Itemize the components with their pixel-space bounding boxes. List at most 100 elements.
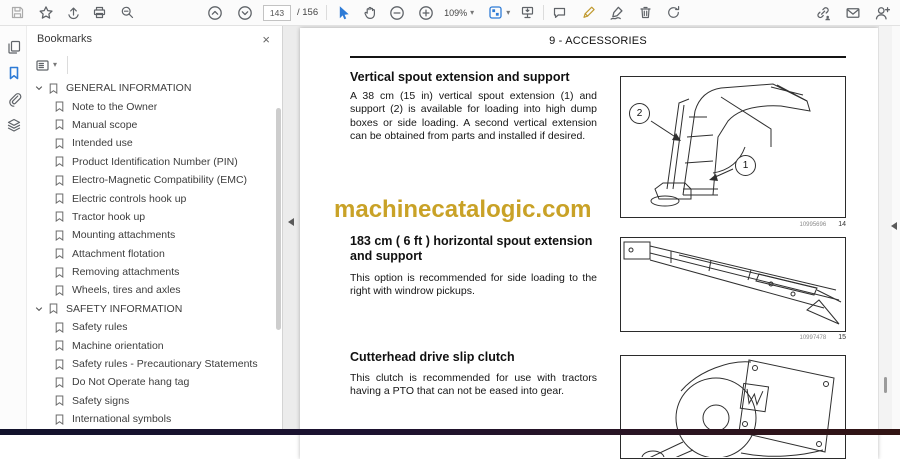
figure-slip-clutch <box>620 355 846 459</box>
layers-panel-button[interactable] <box>0 112 27 138</box>
page-view-icon <box>488 5 503 20</box>
comment-button[interactable] <box>552 2 567 24</box>
bookmark-label: Manual scope <box>72 119 137 131</box>
account-button[interactable] <box>874 2 890 24</box>
document-scrollbar-track[interactable] <box>878 26 892 429</box>
figure-horizontal-spout <box>620 237 846 332</box>
next-page-button[interactable] <box>237 2 253 24</box>
bookmark-item[interactable]: Mounting attachments <box>27 226 276 244</box>
bookmark-glyph-icon <box>55 414 64 425</box>
section-body: A 38 cm (15 in) vertical spout extension… <box>350 90 597 144</box>
bookmarks-options-row: ▾ <box>27 52 282 78</box>
bookmark-item[interactable]: International symbols <box>27 410 276 428</box>
panel-separator <box>67 56 68 74</box>
zoom-caret-icon[interactable]: ▾ <box>470 9 474 17</box>
presentation-button[interactable] <box>520 2 535 24</box>
bookmark-item[interactable]: Tractor hook up <box>27 208 276 226</box>
bookmark-item[interactable]: Attachment flotation <box>27 245 276 263</box>
email-button[interactable] <box>845 2 861 24</box>
circle-arrow-down-icon <box>237 5 253 21</box>
pdf-page: 9 - ACCESSORIES Vertical spout extension… <box>300 28 878 459</box>
delete-button[interactable] <box>638 2 653 24</box>
bookmark-label: Electric controls hook up <box>72 193 186 205</box>
highlight-button[interactable] <box>581 2 596 24</box>
collapse-left-arrow-icon[interactable] <box>288 218 294 226</box>
bookmark-item[interactable]: Intended use <box>27 134 276 152</box>
bookmark-item[interactable]: Safety rules <box>27 318 276 336</box>
list-options-icon <box>35 58 50 73</box>
bookmarks-panel-button[interactable] <box>0 60 27 86</box>
bookmark-label: International symbols <box>72 413 171 425</box>
zoom-level-value[interactable]: 109% <box>444 8 467 18</box>
bookmark-label: Note to the Owner <box>72 101 157 113</box>
chevron-down-icon[interactable] <box>35 84 43 92</box>
watermark-text: machinecatalogic.com <box>334 196 591 224</box>
bookmarks-panel-title: Bookmarks <box>37 33 260 45</box>
page-number-input[interactable]: 143 <box>263 5 291 21</box>
figure-photo-id: 10997478 <box>800 335 827 341</box>
page-view-caret-icon[interactable]: ▾ <box>506 9 510 17</box>
figure-vertical-spout: 2 1 <box>620 76 846 218</box>
bookmark-label: Safety signs <box>72 395 129 407</box>
bookmark-item[interactable]: Note to the Owner <box>27 97 276 115</box>
zoom-out-button[interactable] <box>389 2 405 24</box>
favorite-button[interactable] <box>38 2 54 24</box>
bookmark-item[interactable]: Safety signs <box>27 392 276 410</box>
chevron-down-icon[interactable] <box>35 305 43 313</box>
thumbnails-panel-button[interactable] <box>0 34 27 60</box>
bookmark-label: Safety rules - Precautionary Statements <box>72 358 258 370</box>
refresh-icon <box>666 5 681 20</box>
minus-circle-icon <box>389 5 405 21</box>
print-button[interactable] <box>92 2 107 24</box>
zoom-in-button[interactable] <box>418 2 434 24</box>
page-view-button[interactable]: ▾ <box>488 2 510 24</box>
options-caret-icon[interactable]: ▾ <box>53 61 57 69</box>
collapse-right-arrow-icon[interactable] <box>891 222 897 230</box>
attachments-panel-button[interactable] <box>0 86 27 112</box>
toolbar-separator <box>543 5 544 20</box>
vertical-spout-drawing <box>621 77 843 215</box>
share-link-button[interactable] <box>815 2 831 24</box>
bookmark-section-general-information[interactable]: GENERAL INFORMATION <box>27 79 276 97</box>
bookmark-item[interactable]: Do Not Operate hang tag <box>27 373 276 391</box>
bookmark-item[interactable]: Manual scope <box>27 116 276 134</box>
close-panel-button[interactable]: × <box>260 32 272 47</box>
bookmark-item[interactable]: Electro-Magnetic Compatibility (EMC) <box>27 171 276 189</box>
bookmark-section-safety-information[interactable]: SAFETY INFORMATION <box>27 300 276 318</box>
figure-number: 14 <box>838 221 846 228</box>
section-body: This clutch is recommended for use with … <box>350 372 597 399</box>
bookmark-label: Mounting attachments <box>72 229 175 241</box>
bookmark-item[interactable]: Electric controls hook up <box>27 189 276 207</box>
bookmark-glyph-icon <box>55 248 64 259</box>
document-viewport[interactable]: 9 - ACCESSORIES Vertical spout extension… <box>283 26 900 429</box>
header-rule <box>350 56 846 58</box>
hand-tool-button[interactable] <box>363 2 378 24</box>
save-button[interactable] <box>10 2 25 24</box>
bookmark-item[interactable]: Safety rules - Precautionary Statements <box>27 355 276 373</box>
callout-2: 2 <box>629 103 650 124</box>
section-heading: Vertical spout extension and support <box>350 70 602 85</box>
bookmark-item[interactable]: Product Identification Number (PIN) <box>27 153 276 171</box>
bookmark-options-button[interactable]: ▾ <box>35 54 57 76</box>
bookmark-label: Safety rules <box>72 321 127 333</box>
bookmark-item[interactable]: Removing attachments <box>27 263 276 281</box>
bookmarks-scrollbar[interactable] <box>276 108 281 330</box>
previous-page-button[interactable] <box>207 2 223 24</box>
bookmark-item[interactable]: Wheels, tires and axles <box>27 281 276 299</box>
search-button[interactable] <box>120 2 135 24</box>
bookmark-glyph-icon <box>55 267 64 278</box>
screen-download-icon <box>520 5 535 20</box>
bookmark-label: Do Not Operate hang tag <box>72 376 189 388</box>
document-scrollbar-thumb[interactable] <box>884 377 887 393</box>
highlighter-pen-icon <box>581 5 596 20</box>
signature-button[interactable] <box>609 2 625 24</box>
rotate-button[interactable] <box>666 2 681 24</box>
bookmark-glyph-icon <box>55 138 64 149</box>
bookmark-label: Electro-Magnetic Compatibility (EMC) <box>72 174 247 186</box>
plus-circle-icon <box>418 5 434 21</box>
share-button[interactable] <box>66 2 81 24</box>
bookmark-item[interactable]: Machine orientation <box>27 336 276 354</box>
select-tool-button[interactable] <box>335 2 350 24</box>
circle-arrow-up-icon <box>207 5 223 21</box>
link-people-icon <box>815 5 831 21</box>
